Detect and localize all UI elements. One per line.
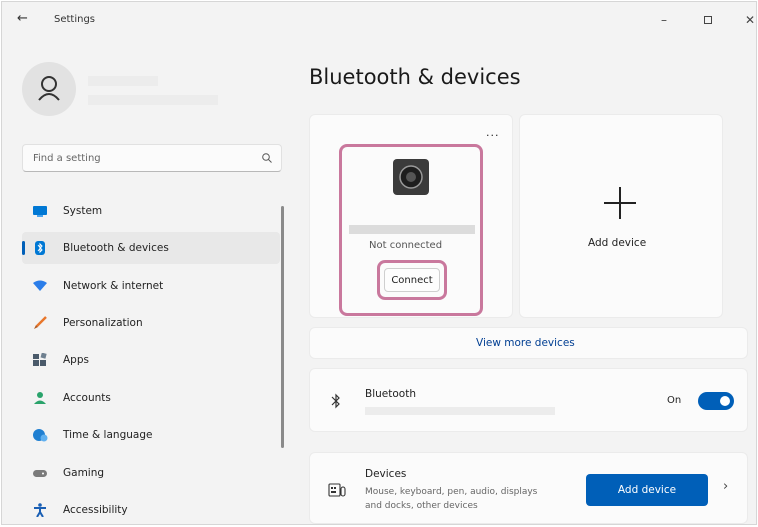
gamepad-icon	[33, 470, 47, 477]
chevron-right-icon: ›	[723, 479, 729, 494]
sidebar-item-label: Accessibility	[63, 504, 128, 516]
maximize-icon[interactable]	[698, 10, 718, 30]
sidebar-item-gaming[interactable]: Gaming	[22, 457, 280, 489]
view-more-label: View more devices	[476, 337, 575, 349]
search-icon	[262, 153, 272, 163]
avatar[interactable]	[22, 62, 76, 116]
plus-icon	[604, 187, 636, 219]
sidebar-item-label: Apps	[63, 354, 89, 366]
bluetooth-label: Bluetooth	[365, 388, 416, 400]
more-options-button[interactable]: ...	[486, 126, 500, 139]
app-title: Settings	[54, 14, 96, 25]
sidebar-item-bluetooth-devices[interactable]: Bluetooth & devices	[22, 232, 280, 264]
sidebar-item-network[interactable]: Network & internet	[22, 270, 280, 302]
sidebar-item-label: Network & internet	[63, 280, 164, 292]
apps-icon	[33, 353, 47, 366]
globe-clock-icon	[33, 429, 48, 442]
minimize-icon[interactable]: –	[654, 10, 674, 30]
sidebar-item-accessibility[interactable]: Accessibility	[22, 494, 280, 524]
selection-indicator	[22, 241, 25, 255]
devices-description-2: and docks, other devices	[365, 501, 478, 511]
sidebar-item-personalization[interactable]: Personalization	[22, 307, 280, 339]
bluetooth-row: Bluetooth On	[309, 368, 748, 432]
sidebar-item-label: Time & language	[63, 429, 153, 441]
sidebar-scrollbar[interactable]	[281, 206, 284, 448]
accessibility-icon	[34, 503, 46, 517]
bluetooth-subtext-redacted	[365, 407, 555, 415]
bluetooth-icon	[331, 393, 340, 409]
add-device-label: Add device	[588, 237, 647, 249]
device-name-redacted	[349, 225, 475, 234]
sidebar-item-label: System	[63, 205, 103, 217]
page-title: Bluetooth & devices	[309, 65, 521, 89]
sidebar-item-apps[interactable]: Apps	[22, 344, 280, 376]
sidebar-item-label: Accounts	[63, 392, 111, 404]
add-device-button[interactable]: Add device	[586, 474, 708, 506]
back-arrow-icon[interactable]: ←	[17, 12, 31, 26]
connect-button[interactable]: Connect	[384, 268, 440, 292]
system-icon	[33, 206, 47, 217]
title-bar: ← Settings – ✕	[2, 2, 756, 38]
profile-name-redacted	[88, 76, 158, 86]
keyboard-icon	[328, 483, 346, 497]
add-device-card[interactable]: Add device	[519, 114, 723, 318]
bluetooth-state-label: On	[667, 395, 682, 406]
devices-title: Devices	[365, 468, 407, 480]
devices-description-1: Mouse, keyboard, pen, audio, displays	[365, 487, 538, 497]
device-status: Not connected	[369, 240, 443, 251]
profile-email-redacted	[88, 95, 218, 105]
sidebar-item-time-language[interactable]: Time & language	[22, 419, 280, 451]
search-input[interactable]: Find a setting	[22, 144, 282, 172]
sidebar-item-label: Gaming	[63, 467, 105, 479]
bluetooth-icon	[35, 241, 45, 255]
settings-window: ← Settings – ✕ Find a setting System Blu…	[1, 1, 757, 525]
wifi-icon	[33, 280, 47, 291]
accounts-icon	[34, 392, 46, 404]
sidebar-item-label: Personalization	[63, 317, 143, 329]
view-more-devices-button[interactable]: View more devices	[309, 327, 748, 359]
close-icon[interactable]: ✕	[740, 10, 756, 30]
bluetooth-toggle[interactable]	[698, 392, 734, 410]
search-placeholder: Find a setting	[33, 153, 101, 164]
sidebar-item-system[interactable]: System	[22, 195, 280, 227]
person-icon	[38, 76, 60, 101]
sidebar-item-accounts[interactable]: Accounts	[22, 382, 280, 414]
toggle-knob	[720, 396, 730, 406]
speaker-icon	[393, 159, 429, 195]
brush-icon	[34, 316, 47, 329]
sidebar-item-label: Bluetooth & devices	[63, 242, 169, 254]
